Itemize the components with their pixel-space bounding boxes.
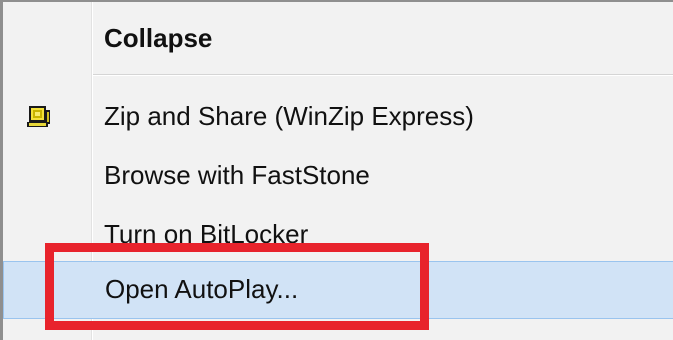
menu-item-browse-with-faststone[interactable]: Browse with FastStone [3, 147, 673, 205]
menu-separator-highlight [93, 75, 673, 76]
menu-item-label: Browse with FastStone [104, 159, 370, 190]
red-highlight-box [45, 243, 429, 330]
winzip-express-icon [26, 104, 52, 130]
menu-item-zip-and-share[interactable]: Zip and Share (WinZip Express) [3, 88, 673, 146]
menu-item-label: Zip and Share (WinZip Express) [104, 100, 474, 131]
menu-item-label: Collapse [104, 22, 213, 53]
menu-item-collapse[interactable]: Collapse [3, 10, 673, 68]
